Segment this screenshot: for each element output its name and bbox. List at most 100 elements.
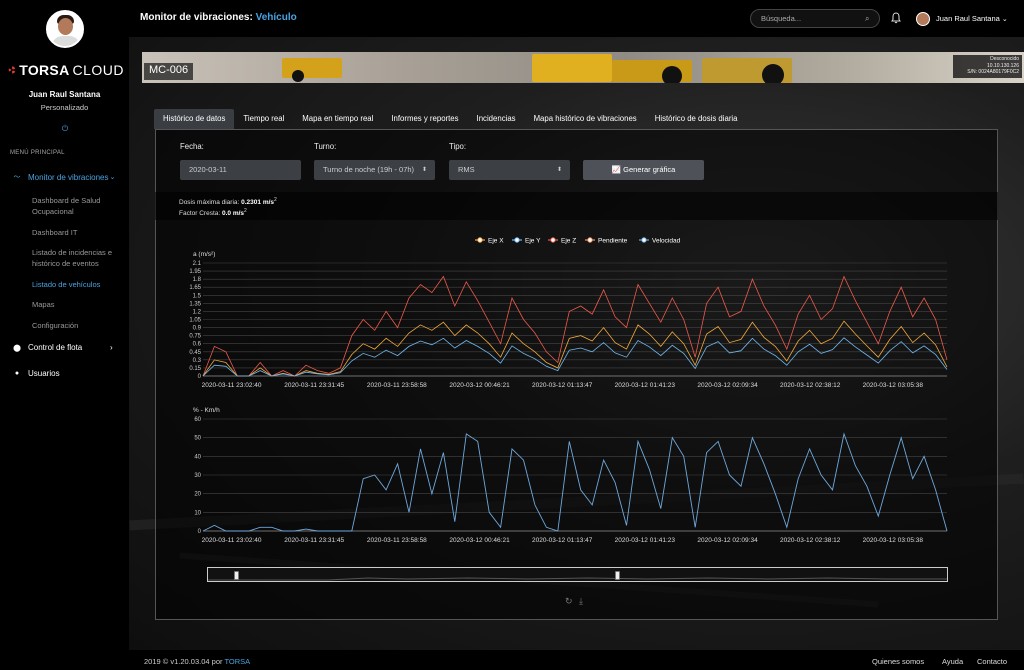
x-tick-label: 2020-03-12 02:38:12: [780, 382, 841, 389]
footer-link-ayuda[interactable]: Ayuda: [942, 657, 963, 666]
x-tick-label: 2020-03-11 23:31:45: [284, 382, 344, 389]
sub-item-configuracion[interactable]: Configuración: [32, 320, 124, 331]
factor-label: Factor Cresta:: [179, 210, 222, 218]
y-tick-label: 1.95: [189, 269, 201, 275]
user-avatar[interactable]: [916, 12, 930, 26]
x-tick-label: 2020-03-11 23:02:40: [202, 537, 262, 544]
y-tick-label: 1.2: [193, 309, 202, 315]
x-tick-label: 2020-03-12 01:41:23: [615, 537, 676, 544]
tab-informes[interactable]: Informes y reportes: [382, 109, 467, 129]
legend-item: Eje Y: [512, 237, 541, 245]
y-tick-label: 1.05: [189, 318, 201, 324]
torsa-logo-icon: [8, 66, 16, 74]
x-tick-label: 2020-03-12 02:38:12: [780, 537, 841, 544]
download-icon[interactable]: ⤓: [579, 596, 583, 607]
search-input[interactable]: Búsqueda...: [750, 9, 880, 28]
y-tick-label: 0.75: [189, 334, 201, 340]
legend-item: Velocidad: [639, 237, 681, 245]
logo[interactable]: TORSA CLOUD: [8, 62, 124, 78]
app-root: TORSA CLOUD Juan Raul Santana Personaliz…: [0, 0, 1024, 670]
navigator-right-handle[interactable]: [615, 571, 620, 580]
page-title-highlight: Vehículo: [255, 12, 297, 23]
x-tick-label: 2020-03-11 23:58:58: [367, 537, 427, 544]
user-menu[interactable]: Juan Raul Santana ⌄: [936, 14, 1008, 23]
search-icon[interactable]: ⌕: [865, 14, 869, 24]
navigator-left-handle[interactable]: [234, 571, 239, 580]
x-tick-label: 2020-03-12 02:09:34: [697, 537, 758, 544]
sub-item-dashboard-it[interactable]: Dashboard IT: [32, 227, 124, 238]
dosis-unit-exp: 2: [274, 197, 277, 203]
nav-item-usuarios[interactable]: ● Usuarios: [12, 369, 60, 378]
tab-historico-datos[interactable]: Histórico de datos: [154, 109, 235, 129]
factor-value: 0.0 m/s: [221, 210, 245, 218]
chevron-down-icon: ⌄: [1001, 16, 1008, 23]
avatar[interactable]: [46, 10, 84, 48]
sub-item-dashboard-salud[interactable]: Dashboard de Salud Ocupacional: [32, 195, 124, 217]
footer: 2019 © v1.20.03.04 por TORSA Quienes som…: [129, 650, 1024, 670]
chevron-down-icon: ⌄: [109, 174, 116, 181]
tab-incidencias[interactable]: Incidencias: [468, 109, 525, 129]
legend-label: Eje Y: [525, 238, 541, 245]
sub-item-listado-vehiculos[interactable]: Listado de vehículos: [32, 279, 124, 290]
legend-item: Pendiente: [585, 237, 628, 245]
sidebar-user-role: Personalizado: [40, 103, 89, 112]
legend-label: Velocidad: [652, 238, 681, 245]
generate-chart-button[interactable]: 📈 Generar gráfica: [583, 160, 704, 180]
x-tick-label: 2020-03-11 23:58:58: [367, 382, 427, 389]
tab-dosis-diaria[interactable]: Histórico de dosis diaria: [646, 109, 747, 129]
fecha-field[interactable]: 2020-03-11: [180, 160, 301, 180]
legend-label: Pendiente: [598, 238, 628, 245]
y-tick-label: 0.3: [193, 358, 202, 364]
vehicle-title: MC-006: [144, 63, 194, 80]
x-tick-label: 2020-03-12 02:09:34: [697, 382, 758, 389]
tab-mapa-tiempo-real[interactable]: Mapa en tiempo real: [293, 109, 382, 129]
tab-mapa-historico[interactable]: Mapa histórico de vibraciones: [525, 109, 646, 129]
select-arrows-icon: ⬍: [556, 167, 562, 173]
y-tick-label: 0.45: [189, 350, 201, 356]
sidebar: TORSA CLOUD Juan Raul Santana Personaliz…: [0, 0, 129, 670]
vehicle-info: Desconocido 10.10.130.126 S/N: 0024A8017…: [953, 55, 1022, 78]
legend-label: Eje X: [488, 238, 504, 245]
menu-title: MENÚ PRINCIPAL: [10, 150, 65, 156]
nav-item-monitor-vibraciones[interactable]: 〜 Monitor de vibraciones ⌄: [12, 172, 116, 182]
refresh-icon[interactable]: ↻: [565, 596, 573, 607]
series-line-eje-z: [202, 275, 948, 377]
y-tick-label: 1.5: [193, 293, 202, 299]
y-tick-label: 1.8: [193, 277, 202, 283]
copyright: 2019 © v1.20.03.04 por TORSA: [144, 657, 250, 666]
nav-item-label: Usuarios: [28, 369, 60, 378]
tipo-select[interactable]: RMS ⬍: [449, 160, 570, 180]
copyright-text: 2019 © v1.20.03.04 por: [144, 657, 225, 666]
tipo-select-value: RMS: [458, 165, 475, 174]
legend-marker: [550, 237, 556, 243]
tab-tiempo-real[interactable]: Tiempo real: [234, 109, 293, 129]
turno-select-value: Turno de noche (19h - 07h): [323, 165, 415, 174]
nav-item-label: Monitor de vibraciones: [28, 172, 109, 182]
footer-link-contacto[interactable]: Contacto: [977, 657, 1007, 666]
sub-item-mapas[interactable]: Mapas: [32, 299, 124, 310]
y-tick-label: 1.35: [189, 301, 201, 307]
nav-item-control-flota[interactable]: ⬤ Control de flota ›: [12, 343, 113, 352]
dosis-stat: Dosis máxima diaria: 0.2301 m/s2: [179, 197, 277, 206]
y-tick-label: 20: [194, 492, 201, 498]
y-tick-label: 0: [198, 374, 202, 380]
dosis-label: Dosis máxima diaria:: [179, 199, 242, 207]
stats-bar: Dosis máxima diaria: 0.2301 m/s2 Factor …: [155, 192, 998, 220]
legend-marker: [477, 237, 483, 243]
x-tick-label: 2020-03-12 03:05:38: [863, 382, 924, 389]
x-tick-label: 2020-03-12 01:13:47: [532, 382, 593, 389]
chart-navigator[interactable]: [207, 567, 948, 582]
power-icon[interactable]: ⏻: [60, 124, 70, 134]
x-tick-label: 2020-03-11 23:02:40: [202, 382, 262, 389]
company-link[interactable]: TORSA: [224, 657, 250, 666]
turno-select[interactable]: Turno de noche (19h - 07h) ⬍: [314, 160, 435, 180]
x-tick-label: 2020-03-12 01:13:47: [532, 537, 593, 544]
navigator-preview: [208, 577, 947, 581]
legend-marker: [514, 237, 520, 243]
footer-link-quienes-somos[interactable]: Quienes somos: [872, 657, 924, 666]
dosis-value: 0.2301 m/s: [241, 199, 275, 207]
bell-icon[interactable]: [890, 12, 902, 24]
sub-item-listado-incidencias[interactable]: Listado de incidencias e histórico de ev…: [32, 247, 124, 269]
y-tick-label: 10: [194, 510, 201, 516]
wave-icon: 〜: [13, 174, 21, 181]
